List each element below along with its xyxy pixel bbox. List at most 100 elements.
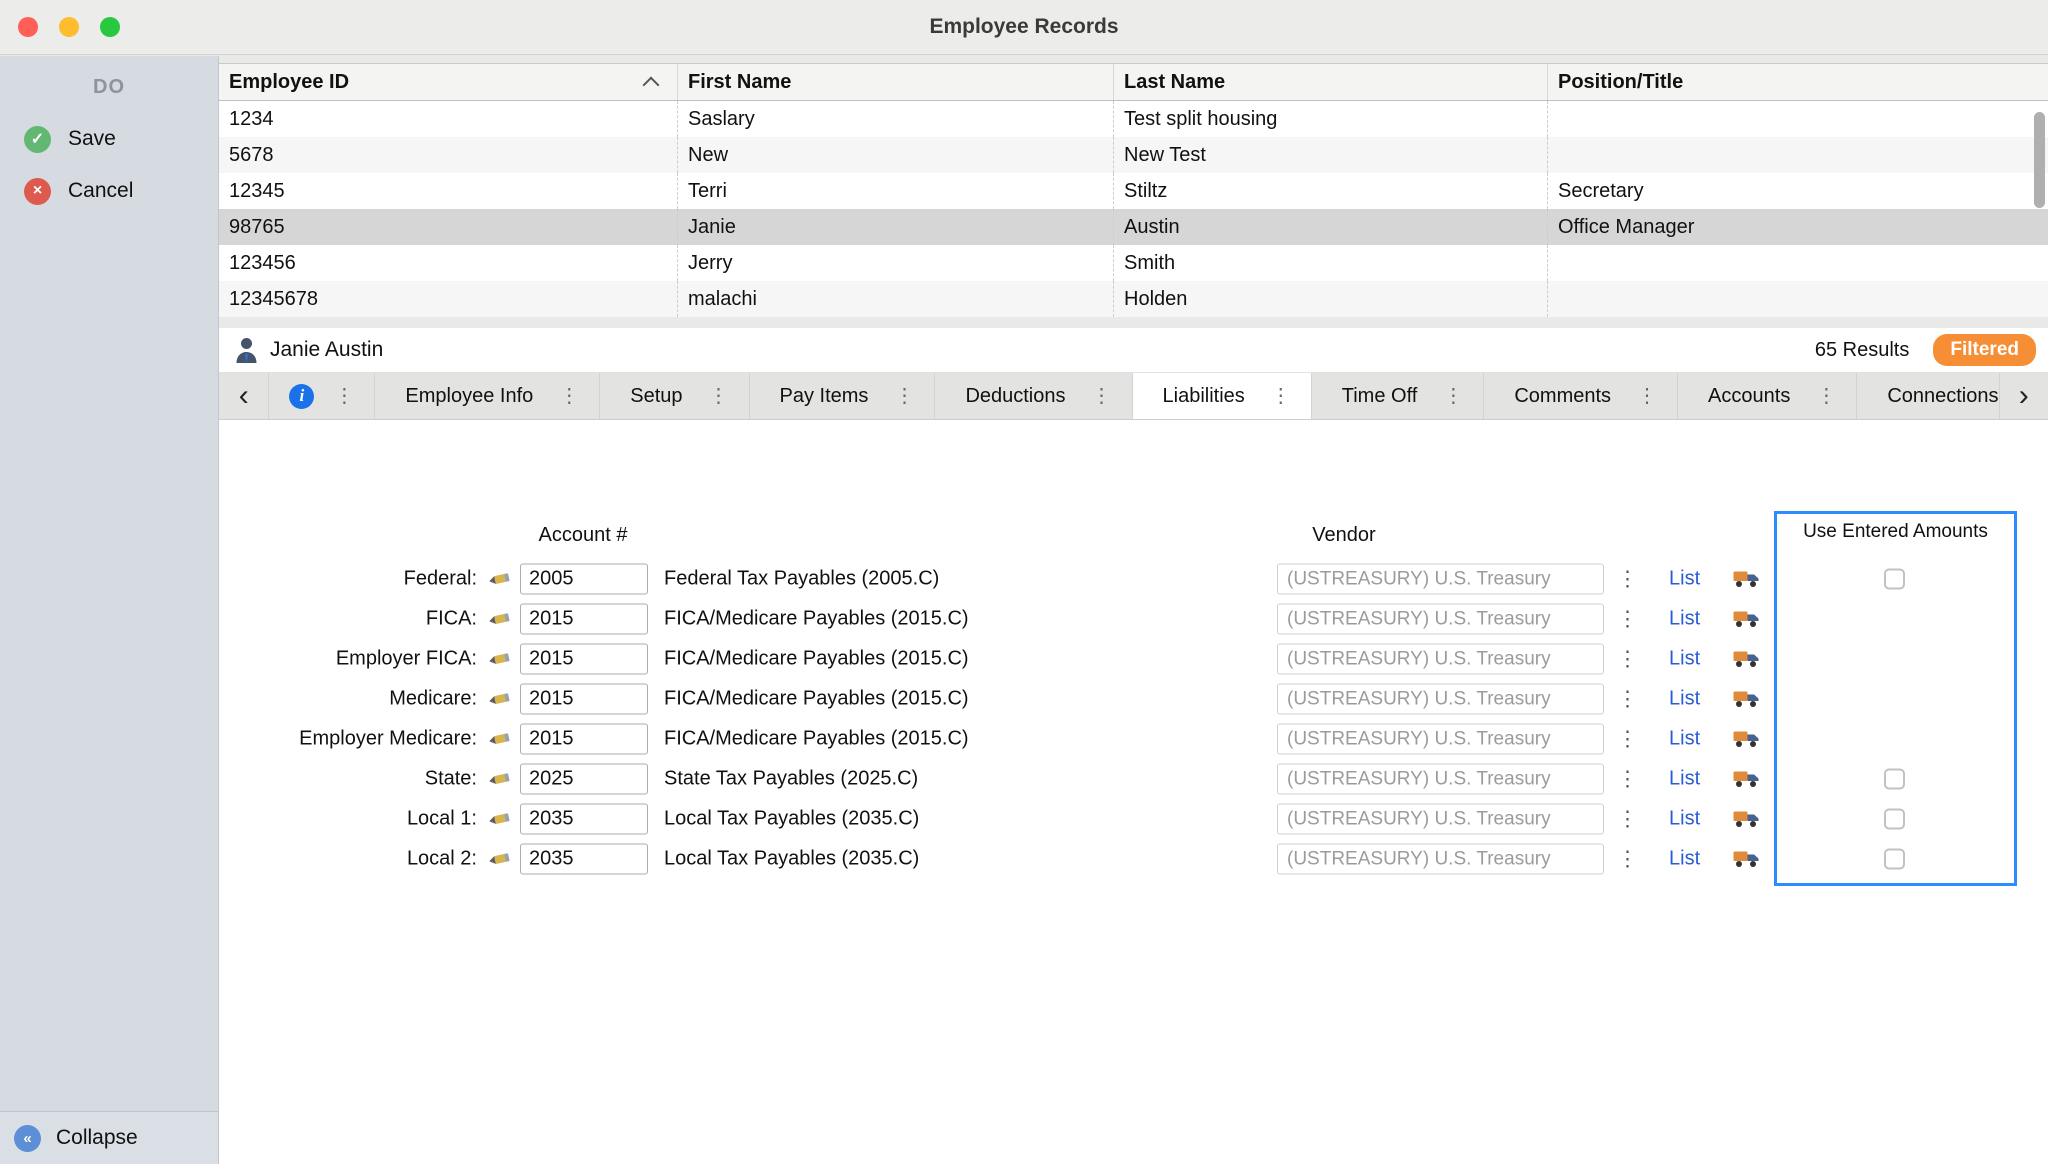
vendor-menu-icon[interactable]: ⋮	[1617, 847, 1638, 872]
vendor-menu-icon[interactable]: ⋮	[1617, 727, 1638, 752]
table-row[interactable]: 12345 Terri Stiltz Secretary	[219, 173, 2048, 209]
table-row[interactable]: 5678 New New Test	[219, 137, 2048, 173]
vendor-list-link[interactable]: List	[1669, 808, 1700, 831]
use-entered-amounts-checkbox[interactable]	[1884, 849, 1905, 870]
account-number-input[interactable]	[520, 644, 648, 675]
column-header-last-name[interactable]: Last Name	[1114, 64, 1548, 100]
tab-accounts[interactable]: Accounts ⋮	[1677, 373, 1856, 419]
tab-comments[interactable]: Comments ⋮	[1483, 373, 1677, 419]
account-description: Federal Tax Payables (2005.C)	[664, 568, 939, 591]
zoom-window-button[interactable]	[100, 17, 120, 37]
column-header-employee-id[interactable]: Employee ID	[219, 64, 678, 100]
tab-menu-icon[interactable]: ⋮	[559, 386, 579, 406]
tab-menu-icon[interactable]: ⋮	[1443, 386, 1463, 406]
truck-icon[interactable]	[1733, 730, 1760, 749]
account-number-input[interactable]	[520, 844, 648, 875]
use-entered-amounts-checkbox[interactable]	[1884, 569, 1905, 590]
tab-menu-icon[interactable]: ⋮	[1271, 386, 1291, 406]
edit-pencil-icon[interactable]	[488, 690, 512, 708]
truck-icon[interactable]	[1733, 650, 1760, 669]
use-entered-amounts-checkbox[interactable]	[1884, 769, 1905, 790]
tab-info[interactable]: i ⋮	[268, 373, 374, 419]
edit-pencil-icon[interactable]	[488, 810, 512, 828]
save-button[interactable]: ✓ Save	[0, 113, 218, 165]
table-scrollbar[interactable]	[2033, 104, 2046, 313]
truck-icon[interactable]	[1733, 570, 1760, 589]
vendor-input[interactable]	[1277, 564, 1604, 595]
vendor-menu-icon[interactable]: ⋮	[1617, 607, 1638, 632]
use-entered-amounts-checkbox[interactable]	[1884, 809, 1905, 830]
edit-pencil-icon[interactable]	[488, 610, 512, 628]
collapse-button[interactable]: « Collapse	[0, 1111, 218, 1164]
cell-last-name: New Test	[1114, 137, 1548, 173]
edit-pencil-icon[interactable]	[488, 850, 512, 868]
edit-pencil-icon[interactable]	[488, 570, 512, 588]
truck-icon[interactable]	[1733, 850, 1760, 869]
vendor-menu-icon[interactable]: ⋮	[1617, 647, 1638, 672]
use-entered-amounts-header: Use Entered Amounts	[1777, 521, 2014, 543]
vendor-input[interactable]	[1277, 804, 1604, 835]
tab-time-off[interactable]: Time Off ⋮	[1311, 373, 1484, 419]
vendor-menu-icon[interactable]: ⋮	[1617, 687, 1638, 712]
tabs-scroll-right-button[interactable]: ›	[1999, 373, 2048, 419]
tabs-scroll-left-button[interactable]: ‹	[219, 373, 268, 419]
tab-pay-items[interactable]: Pay Items ⋮	[749, 373, 935, 419]
account-number-input[interactable]	[520, 804, 648, 835]
tab-menu-icon[interactable]: ⋮	[334, 386, 354, 406]
filtered-badge[interactable]: Filtered	[1933, 334, 2036, 366]
close-window-button[interactable]	[18, 17, 38, 37]
account-number-input[interactable]	[520, 564, 648, 595]
vendor-list-link[interactable]: List	[1669, 728, 1700, 751]
vendor-list-link[interactable]: List	[1669, 688, 1700, 711]
account-description: Local Tax Payables (2035.C)	[664, 848, 919, 871]
tab-menu-icon[interactable]: ⋮	[1637, 386, 1657, 406]
table-row-selected[interactable]: 98765 Janie Austin Office Manager	[219, 209, 2048, 245]
account-description: FICA/Medicare Payables (2015.C)	[664, 688, 969, 711]
truck-icon[interactable]	[1733, 690, 1760, 709]
table-row[interactable]: 1234 Saslary Test split housing	[219, 101, 2048, 137]
tab-employee-info[interactable]: Employee Info ⋮	[374, 373, 599, 419]
vendor-menu-icon[interactable]: ⋮	[1617, 767, 1638, 792]
tab-menu-icon[interactable]: ⋮	[709, 386, 729, 406]
vendor-input[interactable]	[1277, 644, 1604, 675]
vendor-input[interactable]	[1277, 604, 1604, 635]
truck-icon[interactable]	[1733, 770, 1760, 789]
truck-icon[interactable]	[1733, 610, 1760, 629]
vendor-input[interactable]	[1277, 764, 1604, 795]
vendor-menu-icon[interactable]: ⋮	[1617, 807, 1638, 832]
tab-menu-icon[interactable]: ⋮	[1816, 386, 1836, 406]
info-icon[interactable]: i	[289, 384, 314, 409]
cancel-button[interactable]: × Cancel	[0, 165, 218, 217]
account-number-input[interactable]	[520, 764, 648, 795]
truck-icon[interactable]	[1733, 810, 1760, 829]
tab-menu-icon[interactable]: ⋮	[1092, 386, 1112, 406]
vendor-list-link[interactable]: List	[1669, 608, 1700, 631]
edit-pencil-icon[interactable]	[488, 770, 512, 788]
vendor-menu-icon[interactable]: ⋮	[1617, 567, 1638, 592]
vendor-input[interactable]	[1277, 684, 1604, 715]
tab-deductions[interactable]: Deductions ⋮	[934, 373, 1131, 419]
minimize-window-button[interactable]	[59, 17, 79, 37]
edit-pencil-icon[interactable]	[488, 730, 512, 748]
vendor-input[interactable]	[1277, 844, 1604, 875]
account-number-input[interactable]	[520, 604, 648, 635]
tab-menu-icon[interactable]: ⋮	[894, 386, 914, 406]
table-row[interactable]: 12345678 malachi Holden	[219, 281, 2048, 317]
vendor-list-link[interactable]: List	[1669, 568, 1700, 591]
edit-pencil-icon[interactable]	[488, 650, 512, 668]
account-number-input[interactable]	[520, 724, 648, 755]
column-label: Employee ID	[229, 71, 349, 94]
column-header-first-name[interactable]: First Name	[678, 64, 1114, 100]
scrollbar-thumb[interactable]	[2034, 112, 2045, 208]
tab-connections[interactable]: Connections	[1856, 373, 1998, 419]
table-row[interactable]: 123456 Jerry Smith	[219, 245, 2048, 281]
vendor-list-link[interactable]: List	[1669, 848, 1700, 871]
vendor-input[interactable]	[1277, 724, 1604, 755]
vendor-list-link[interactable]: List	[1669, 768, 1700, 791]
tab-liabilities[interactable]: Liabilities ⋮	[1132, 373, 1311, 419]
account-number-input[interactable]	[520, 684, 648, 715]
person-icon	[235, 337, 258, 364]
tab-setup[interactable]: Setup ⋮	[599, 373, 748, 419]
vendor-list-link[interactable]: List	[1669, 648, 1700, 671]
column-header-position-title[interactable]: Position/Title	[1548, 64, 2048, 100]
